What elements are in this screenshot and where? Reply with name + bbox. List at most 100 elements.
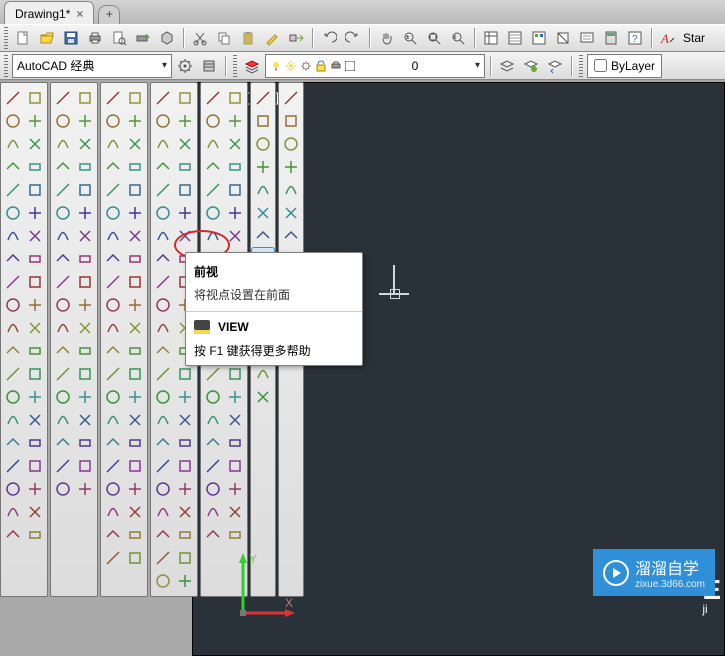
calc-button[interactable]: [600, 27, 622, 49]
tool-button[interactable]: [224, 87, 246, 109]
tool-button[interactable]: [174, 133, 196, 155]
tool-button[interactable]: [124, 317, 146, 339]
save-button[interactable]: [60, 27, 82, 49]
tool-button[interactable]: [74, 87, 96, 109]
tool-button[interactable]: [174, 409, 196, 431]
tool-button[interactable]: [224, 156, 246, 178]
tool-button[interactable]: [24, 363, 46, 385]
tool-button[interactable]: [102, 478, 124, 500]
tool-button[interactable]: [252, 363, 274, 385]
tool-button[interactable]: [74, 409, 96, 431]
tool-button[interactable]: [24, 110, 46, 132]
tool-button[interactable]: [52, 432, 74, 454]
tool-button[interactable]: [152, 248, 174, 270]
tool-button[interactable]: [224, 524, 246, 546]
tool-button[interactable]: [252, 87, 274, 109]
tool-button[interactable]: [252, 110, 274, 132]
tool-button[interactable]: [74, 271, 96, 293]
tool-button[interactable]: [124, 225, 146, 247]
tool-button[interactable]: [174, 547, 196, 569]
tool-button[interactable]: [24, 501, 46, 523]
tool-button[interactable]: [152, 156, 174, 178]
tool-button[interactable]: [2, 179, 24, 201]
tool-button[interactable]: [202, 202, 224, 224]
tool-button[interactable]: [152, 179, 174, 201]
tool-button[interactable]: [102, 363, 124, 385]
tool-button[interactable]: [74, 225, 96, 247]
tool-button[interactable]: [24, 409, 46, 431]
tool-button[interactable]: [152, 570, 174, 592]
tool-button[interactable]: [252, 179, 274, 201]
tool-button[interactable]: [2, 110, 24, 132]
tool-button[interactable]: [124, 478, 146, 500]
tool-button[interactable]: [224, 455, 246, 477]
layer-combo[interactable]: 0 ▾: [265, 54, 485, 78]
tool-button[interactable]: [74, 340, 96, 362]
tool-button[interactable]: [24, 271, 46, 293]
tool-button[interactable]: [74, 133, 96, 155]
tool-button[interactable]: [52, 156, 74, 178]
tool-button[interactable]: [74, 317, 96, 339]
zoom-rt-button[interactable]: ±: [399, 27, 421, 49]
tool-button[interactable]: [174, 386, 196, 408]
tool-button[interactable]: [224, 501, 246, 523]
tool-button[interactable]: [124, 271, 146, 293]
tool-button[interactable]: [152, 547, 174, 569]
new-button[interactable]: [12, 27, 34, 49]
tool-button[interactable]: [174, 179, 196, 201]
tool-button[interactable]: [102, 110, 124, 132]
tool-button[interactable]: [152, 501, 174, 523]
tool-button[interactable]: [124, 133, 146, 155]
3dprint-button[interactable]: [156, 27, 178, 49]
tool-button[interactable]: [152, 455, 174, 477]
tool-button[interactable]: [24, 179, 46, 201]
tool-button[interactable]: [2, 248, 24, 270]
tool-button[interactable]: [52, 179, 74, 201]
tool-button[interactable]: [124, 432, 146, 454]
tool-button[interactable]: [52, 363, 74, 385]
tool-button[interactable]: [24, 248, 46, 270]
tool-button[interactable]: [124, 547, 146, 569]
new-tab-button[interactable]: +: [98, 5, 120, 24]
tool-button[interactable]: [2, 340, 24, 362]
tool-button[interactable]: [174, 432, 196, 454]
tool-button[interactable]: [52, 455, 74, 477]
tool-button[interactable]: [152, 87, 174, 109]
tool-button[interactable]: [224, 409, 246, 431]
tool-button[interactable]: [2, 432, 24, 454]
tool-button[interactable]: [174, 478, 196, 500]
tool-button[interactable]: [102, 248, 124, 270]
tool-button[interactable]: [224, 179, 246, 201]
copy-button[interactable]: [213, 27, 235, 49]
tool-button[interactable]: [102, 455, 124, 477]
tool-button[interactable]: [252, 386, 274, 408]
tool-button[interactable]: [24, 87, 46, 109]
tool-button[interactable]: [280, 225, 302, 247]
tool-button[interactable]: [202, 409, 224, 431]
tool-button[interactable]: [24, 225, 46, 247]
tool-button[interactable]: [24, 455, 46, 477]
tool-button[interactable]: [2, 294, 24, 316]
tool-button[interactable]: [202, 363, 224, 385]
tool-button[interactable]: [2, 156, 24, 178]
tool-button[interactable]: [102, 294, 124, 316]
tool-button[interactable]: [124, 501, 146, 523]
tool-button[interactable]: [52, 271, 74, 293]
tool-button[interactable]: [252, 156, 274, 178]
workspace-settings-button[interactable]: [174, 55, 196, 77]
tool-button[interactable]: [152, 386, 174, 408]
open-button[interactable]: [36, 27, 58, 49]
tool-button[interactable]: [124, 294, 146, 316]
tool-button[interactable]: [280, 133, 302, 155]
layer-manager-button[interactable]: [241, 55, 263, 77]
tool-button[interactable]: [102, 179, 124, 201]
document-tab-active[interactable]: Drawing1* ×: [4, 1, 94, 24]
tool-button[interactable]: [52, 340, 74, 362]
bylayer-checkbox[interactable]: [594, 59, 607, 72]
tool-button[interactable]: [2, 455, 24, 477]
tool-button[interactable]: [52, 386, 74, 408]
tool-button[interactable]: [202, 110, 224, 132]
tool-button[interactable]: [24, 156, 46, 178]
tool-button[interactable]: [174, 570, 196, 592]
workspace-save-button[interactable]: [198, 55, 220, 77]
